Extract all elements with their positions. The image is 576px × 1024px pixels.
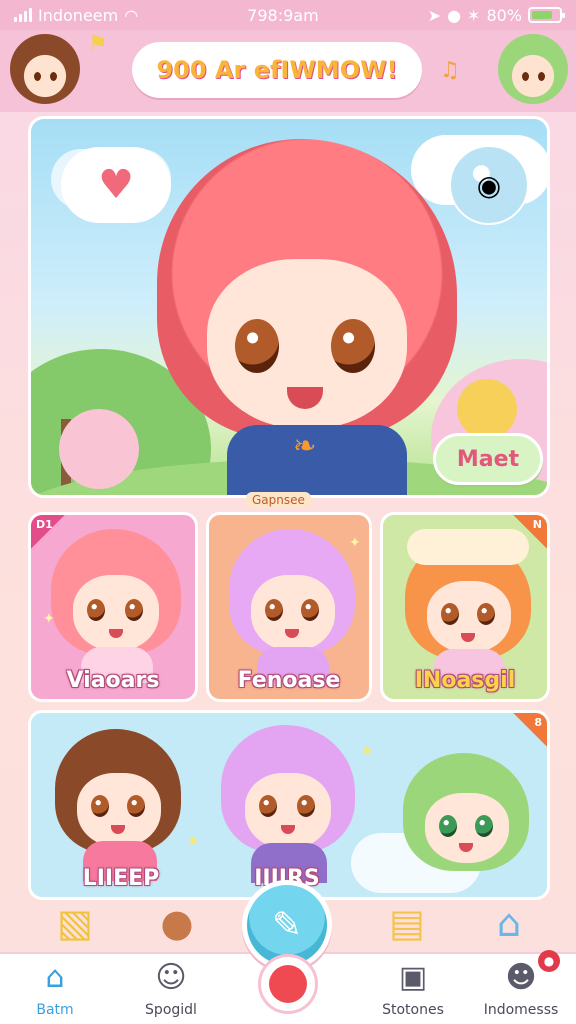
character-face bbox=[425, 793, 509, 863]
character-eye bbox=[475, 815, 493, 837]
main-character-eye bbox=[235, 319, 279, 373]
avatar-right[interactable] bbox=[498, 34, 568, 104]
frame-icon: ▣ bbox=[398, 960, 428, 995]
house-icon[interactable]: ⌂ bbox=[484, 898, 534, 948]
eye bbox=[50, 72, 57, 81]
character-eye bbox=[91, 795, 109, 817]
card-label: Viaoars bbox=[66, 668, 160, 693]
character-card-1[interactable]: D1 ✦ Viaoars bbox=[28, 512, 198, 702]
hat bbox=[407, 529, 529, 565]
alarm-icon: ● bbox=[447, 5, 462, 25]
nav-label: Stotones bbox=[382, 1002, 444, 1018]
nav-item-frame[interactable]: ▣ Stotones bbox=[358, 960, 468, 1018]
character-group-card[interactable]: 8 LIIEEP IIIIRS ★ ★ bbox=[28, 710, 550, 900]
bunny-icon bbox=[457, 379, 517, 439]
status-right: ➤ ● ✶ 80% bbox=[427, 5, 565, 25]
avatar-left[interactable] bbox=[10, 34, 80, 104]
card-badge: 8 bbox=[513, 713, 547, 747]
hero-banner[interactable]: ♥ ◉ ❧ Maet bbox=[28, 116, 550, 498]
eye bbox=[538, 72, 545, 81]
character-eye bbox=[477, 603, 495, 625]
sparkle-icon: ✦ bbox=[349, 535, 361, 551]
nav-label: Batm bbox=[36, 1002, 74, 1018]
location-icon: ➤ bbox=[427, 5, 442, 25]
character-eye bbox=[87, 599, 105, 621]
character-face bbox=[245, 773, 331, 849]
heart-bubble-icon: ♥ bbox=[61, 147, 171, 223]
character-face bbox=[251, 575, 335, 651]
pink-bear-icon bbox=[59, 409, 139, 489]
character-eye bbox=[125, 599, 143, 621]
eye bbox=[522, 72, 529, 81]
app-title: 900 Ar efIWMOW! bbox=[132, 42, 422, 98]
signal-icon bbox=[14, 8, 32, 22]
cake-bubble-icon: ◉ bbox=[449, 145, 529, 225]
pencil-icon: ✎ bbox=[271, 904, 303, 946]
record-button[interactable] bbox=[258, 954, 318, 1014]
card-label: Fenoase bbox=[237, 668, 341, 693]
app-header: ⚑ 900 Ar efIWMOW! ♫ bbox=[0, 30, 576, 112]
wifi-icon: ◠ bbox=[124, 5, 139, 25]
profile-icon: ☻ bbox=[505, 960, 537, 995]
meet-button[interactable]: Maet bbox=[433, 433, 543, 485]
character-eye bbox=[265, 599, 283, 621]
book-icon[interactable]: ▧ bbox=[50, 898, 100, 948]
character-face bbox=[427, 581, 511, 653]
sparkle-icon: ★ bbox=[187, 833, 200, 849]
card-label: LIIEEP bbox=[82, 866, 160, 891]
carrier-name: Indoneem bbox=[38, 5, 119, 25]
bluetooth-icon: ✶ bbox=[467, 5, 481, 25]
nav-label: Indomesss bbox=[483, 1002, 559, 1018]
character-eye bbox=[297, 795, 315, 817]
home-icon: ⌂ bbox=[45, 960, 65, 995]
character-eye bbox=[301, 599, 319, 621]
battery-icon bbox=[528, 7, 565, 23]
nav-item-home[interactable]: ⌂ Batm bbox=[0, 960, 110, 1018]
main-character-body bbox=[227, 425, 407, 495]
nav-item-character[interactable]: ☺ Spogidl bbox=[116, 960, 226, 1018]
character-eye bbox=[127, 795, 145, 817]
character-card-3[interactable]: N INoasgil bbox=[380, 512, 550, 702]
bow-icon: ❧ bbox=[293, 429, 317, 462]
nav-item-profile[interactable]: ☻ Indomesss bbox=[466, 960, 576, 1018]
sparkle-icon: ★ bbox=[361, 743, 374, 759]
status-left: Indoneem ◠ bbox=[14, 6, 138, 25]
main-character-eye bbox=[331, 319, 375, 373]
character-card-2[interactable]: ✦ Fenoase bbox=[206, 512, 372, 702]
character-eye bbox=[441, 603, 459, 625]
nav-label: Spogidl bbox=[145, 1002, 197, 1018]
sparkle-icon: ✦ bbox=[43, 611, 55, 627]
gift-box-icon[interactable]: ▤ bbox=[382, 898, 432, 948]
battery-fill bbox=[532, 11, 552, 19]
character-icon: ☺ bbox=[155, 960, 187, 995]
status-bar: Indoneem ◠ 798:9am ➤ ● ✶ 80% bbox=[0, 0, 576, 30]
ribbon-icon: ⚑ bbox=[88, 32, 108, 57]
character-eye bbox=[439, 815, 457, 837]
battery-percent: 80% bbox=[486, 5, 522, 25]
card-label: INoasgil bbox=[414, 668, 516, 693]
clock: 798:9am bbox=[247, 5, 319, 25]
card-badge: D1 bbox=[31, 515, 65, 549]
eye bbox=[34, 72, 41, 81]
character-eye bbox=[259, 795, 277, 817]
bell-icon[interactable]: ♫ bbox=[440, 58, 460, 83]
bear-icon[interactable]: ● bbox=[152, 898, 202, 948]
character-face bbox=[73, 575, 159, 651]
hero-caption: Gapnsee bbox=[246, 492, 311, 508]
record-icon bbox=[269, 965, 307, 1003]
character-face bbox=[77, 773, 161, 847]
notification-badge: ● bbox=[538, 950, 560, 972]
